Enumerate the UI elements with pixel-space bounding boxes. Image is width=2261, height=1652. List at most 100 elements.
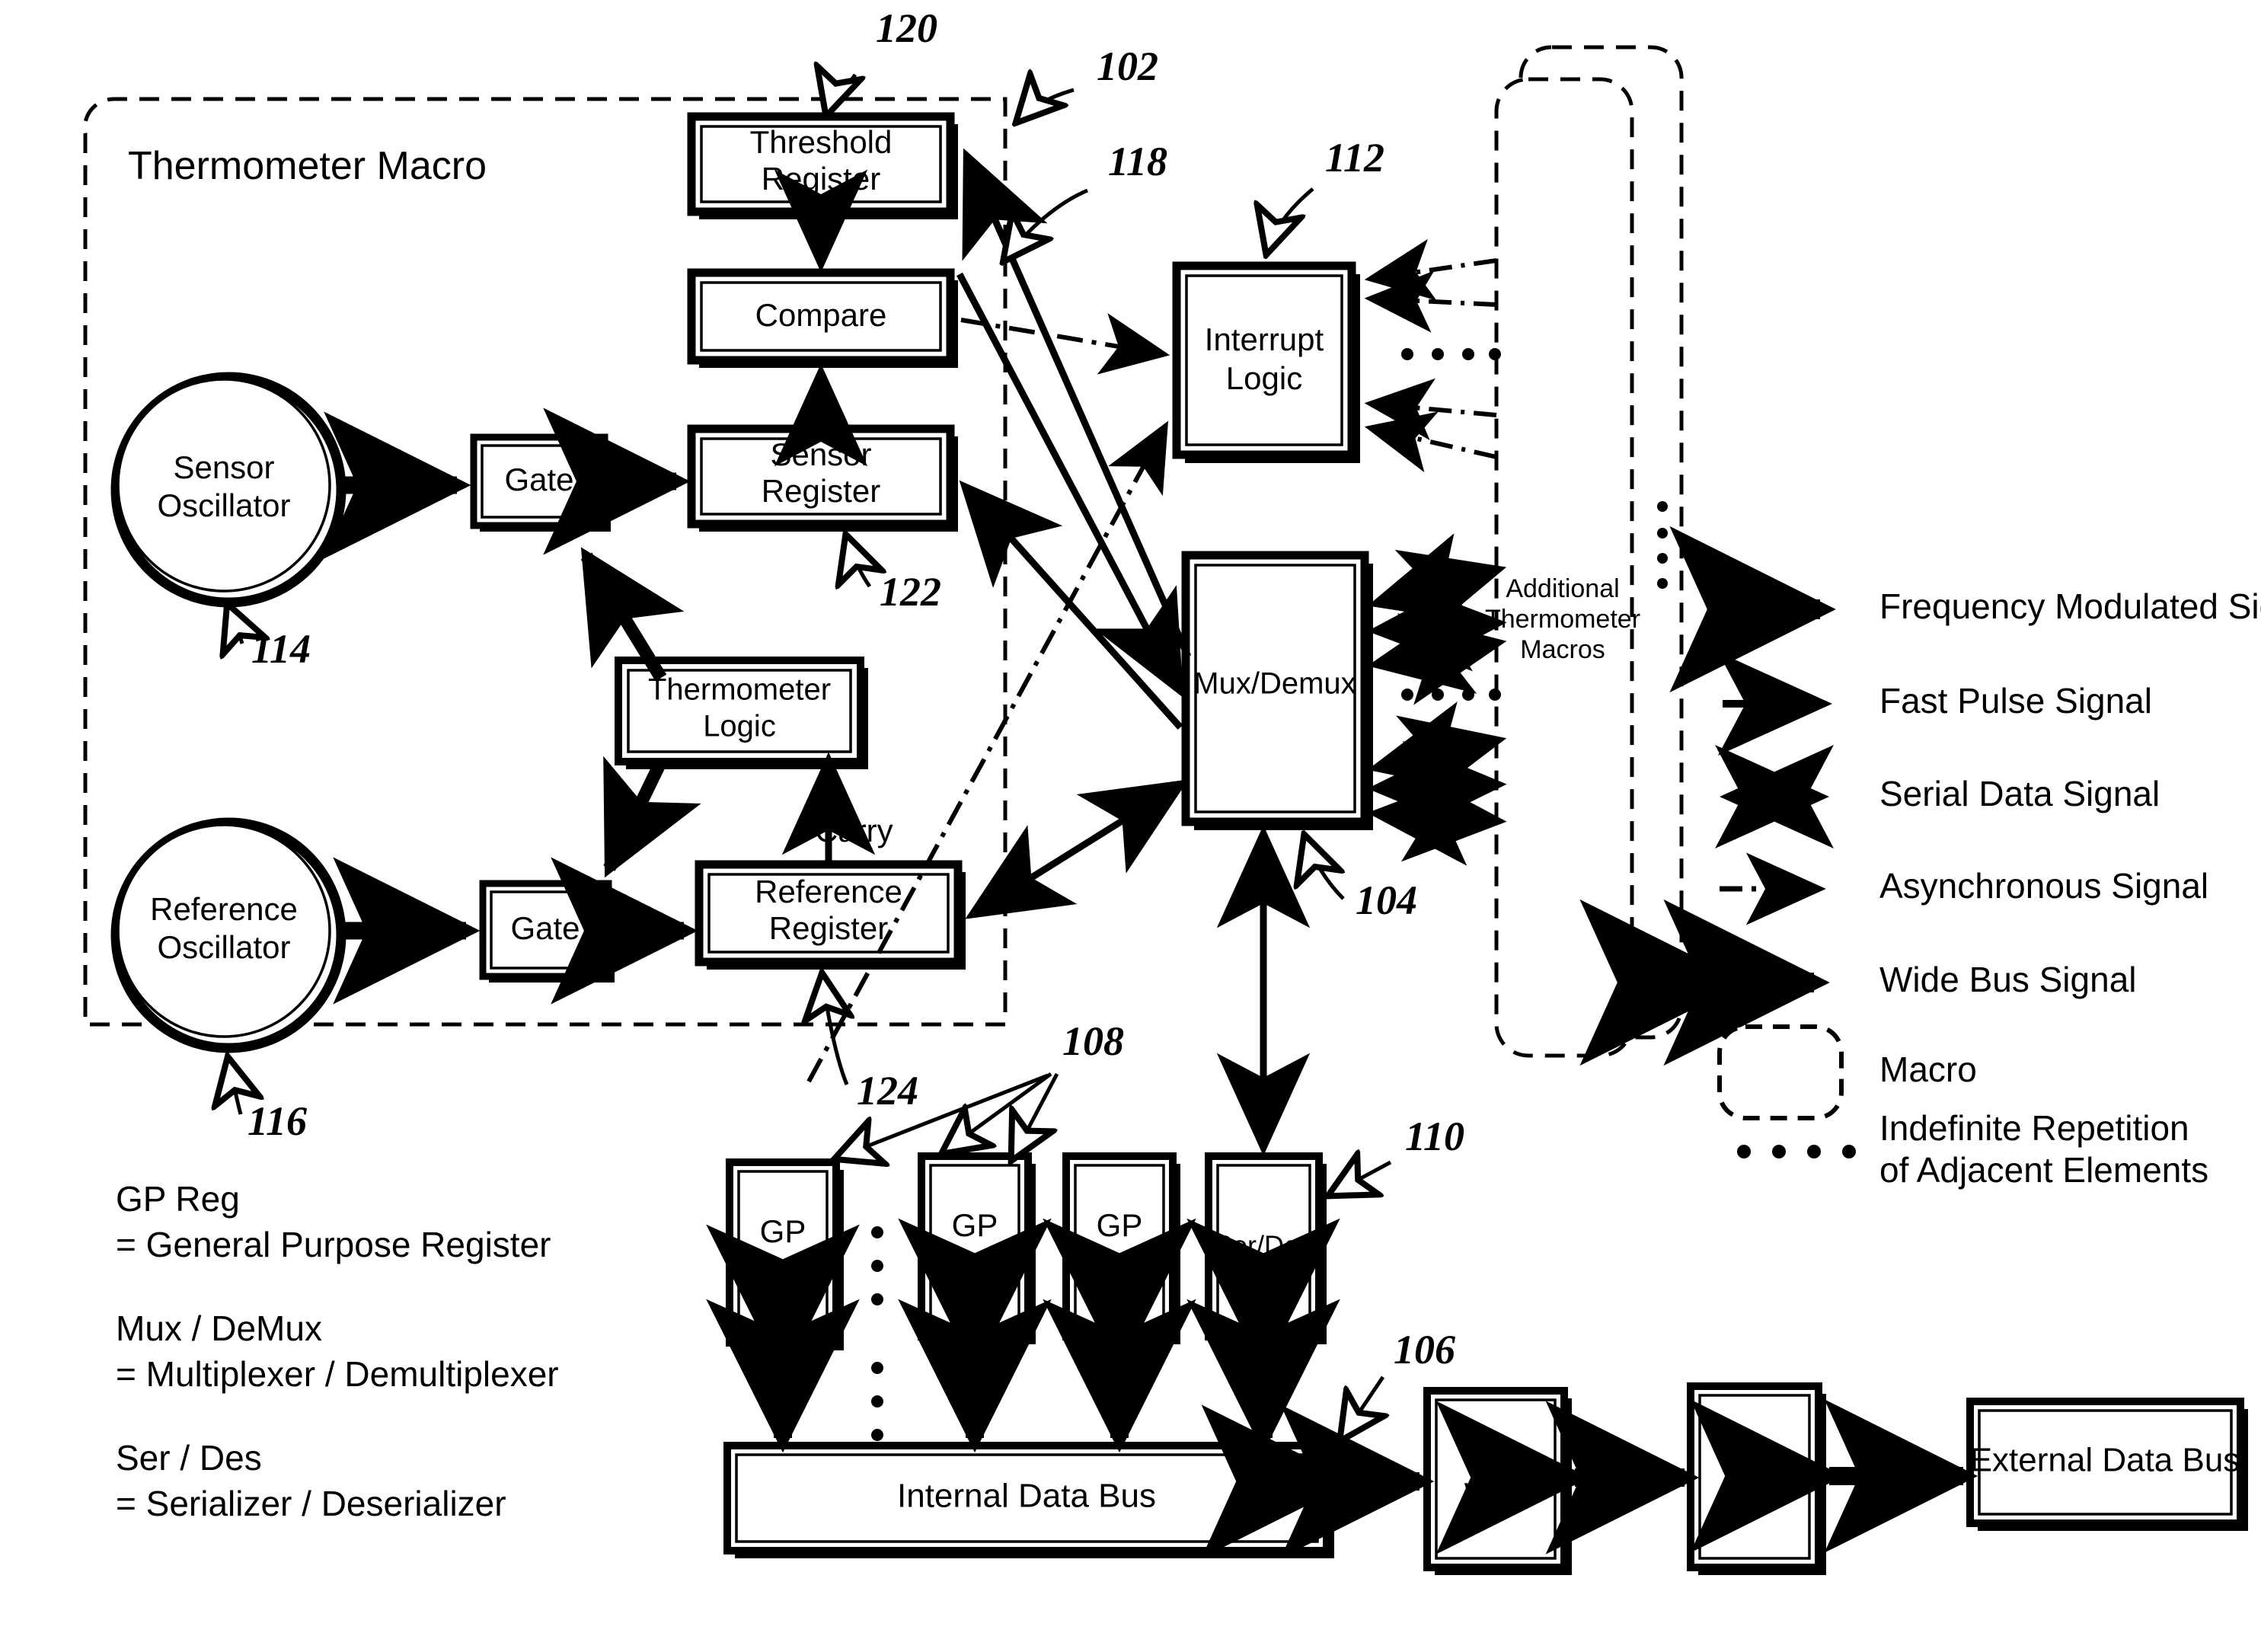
gate-way-label-2: Way — [1464, 1476, 1527, 1512]
threshold-register-label-2: Register — [762, 161, 880, 197]
block-external-data-bus: External Data Bus — [1966, 1398, 2248, 1531]
gate-bottom-label: Gate — [510, 910, 580, 946]
abbr-mux-demux-definition: = Multiplexer / Demultiplexer — [116, 1354, 559, 1394]
gp-reg-repetition-dots — [871, 1226, 883, 1441]
legend-macro-icon — [1717, 1024, 1844, 1120]
num-120: 120 — [876, 5, 937, 51]
carry-label: Carry — [815, 813, 893, 848]
additional-macro-corner — [1519, 45, 1552, 78]
gp-reg-2-label-1: GP — [952, 1207, 998, 1243]
legend-label-4: Wide Bus Signal — [1879, 960, 2137, 999]
thermometer-logic-label-1: Thermometer — [648, 673, 831, 707]
mux-repetition-dots — [1401, 689, 1501, 701]
legend-label-5: Macro — [1879, 1050, 1977, 1089]
num-112: 112 — [1325, 135, 1384, 181]
macro-repetition-dots-vertical — [1657, 501, 1668, 589]
block-gp-reg-3: GP Reg — [1062, 1152, 1180, 1344]
legend-frequency-modulated-signal-row: Frequency Modulated Signal — [1669, 526, 2261, 693]
abbr-ser-des-definition: = Serializer / Deserializer — [116, 1484, 506, 1523]
reference-register-label-2: Register — [769, 910, 888, 946]
interrupt-repetition-dots — [1401, 348, 1501, 360]
abbr-mux-demux-term: Mux / DeMux — [116, 1308, 322, 1348]
mux-demux-label: Mux/Demux — [1193, 667, 1356, 701]
sensor-register-label-2: Register — [762, 473, 880, 509]
legend-macro-row: Macro — [1717, 1024, 1977, 1120]
block-gate-top: Gate — [470, 433, 611, 532]
legend-fast-pulse-signal-row: Fast Pulse Signal — [1717, 652, 2152, 756]
block-io-pins: I/O Pins — [1687, 1382, 1826, 1575]
reference-oscillator-label-1: Reference — [150, 891, 298, 927]
legend-label-6b: of Adjacent Elements — [1879, 1150, 2208, 1190]
block-sensor-register: Sensor Register — [687, 424, 958, 532]
gp-reg-2-label-2: Reg — [945, 1245, 1004, 1281]
legend-label-2: Serial Data Signal — [1879, 774, 2160, 813]
gp-reg-3-label-2: Reg — [1090, 1245, 1148, 1281]
num-114: 114 — [251, 626, 311, 672]
abbr-gp-reg-definition: = General Purpose Register — [116, 1225, 551, 1264]
sensor-register-label-1: Sensor — [770, 436, 871, 472]
legend-asynchronous-signal-row: Asynchronous Signal — [1720, 852, 2208, 925]
block-threshold-register: Threshold Register — [687, 112, 958, 219]
interrupt-logic-label-2: Logic — [1226, 360, 1302, 396]
block-sensor-oscillator: Sensor Oscillator — [110, 372, 346, 608]
legend-label-6a: Indefinite Repetition — [1879, 1108, 2189, 1148]
io-pins-label-2: Pins — [1723, 1474, 1786, 1510]
gp-reg-3-label-1: GP — [1097, 1207, 1143, 1243]
interrupt-logic-label-1: Interrupt — [1205, 321, 1324, 357]
num-122: 122 — [880, 569, 941, 615]
gp-reg-1-label-2: Reg — [753, 1251, 812, 1287]
legend-wide-bus-signal-row: Wide Bus Signal — [1579, 899, 2137, 1066]
sensor-oscillator-label-2: Oscillator — [157, 487, 290, 523]
num-110: 110 — [1405, 1114, 1464, 1159]
additional-macros-label-line2: Thermometer — [1485, 605, 1640, 634]
internal-data-bus-label: Internal Data Bus — [897, 1478, 1156, 1515]
legend-label-0: Frequency Modulated Signal — [1879, 586, 2261, 626]
block-gate-bottom: Gate — [479, 880, 615, 983]
block-mux-demux: Mux/Demux — [1181, 551, 1373, 830]
abbreviations: GP Reg = General Purpose Register Mux / … — [116, 1179, 559, 1523]
legend-label-3: Asynchronous Signal — [1879, 866, 2208, 906]
legend-serial-data-signal-row: Serial Data Signal — [1714, 745, 2160, 848]
gp-reg-1-label-1: GP — [760, 1213, 806, 1249]
gate-way-label-1: Gate — [1461, 1438, 1530, 1474]
macro-title: Thermometer Macro — [128, 144, 487, 188]
gate-top-label: Gate — [504, 462, 573, 497]
threshold-register-label-1: Threshold — [750, 124, 893, 160]
num-124: 124 — [857, 1068, 918, 1114]
connector-group-mux-fanout — [1367, 533, 1507, 866]
block-ser-des: Ser/Des — [1205, 1152, 1327, 1344]
additional-macros-label-line1: Additional — [1506, 574, 1619, 603]
num-116: 116 — [247, 1098, 307, 1144]
patent-block-diagram: Additional Thermometer Macros Threshold … — [82, 5, 2261, 1575]
abbr-ser-des-term: Ser / Des — [116, 1438, 262, 1478]
ser-des-label: Ser/Des — [1214, 1230, 1313, 1261]
legend: Frequency Modulated Signal Fast Pulse Si… — [1579, 526, 2261, 1190]
reference-register-label-1: Reference — [755, 874, 902, 909]
block-gp-reg-2: GP Reg — [918, 1152, 1036, 1344]
abbr-gp-reg-term: GP Reg — [116, 1179, 240, 1219]
additional-macros-label-line3: Macros — [1520, 635, 1605, 664]
legend-four-dots-icon — [1737, 1145, 1856, 1158]
num-102: 102 — [1097, 43, 1158, 89]
block-reference-oscillator: Reference Oscillator — [110, 817, 346, 1053]
num-106: 106 — [1394, 1327, 1455, 1372]
block-reference-register: Reference Register — [695, 860, 966, 970]
thermometer-logic-label-2: Logic — [703, 710, 776, 743]
sensor-oscillator-label-1: Sensor — [173, 449, 274, 485]
legend-label-1: Fast Pulse Signal — [1879, 681, 2152, 721]
compare-label: Compare — [755, 297, 887, 333]
num-104: 104 — [1356, 877, 1417, 923]
num-118: 118 — [1108, 139, 1167, 184]
additional-macro-outline-front — [1494, 77, 1634, 1058]
patent-figure-page: Additional Thermometer Macros Threshold … — [0, 0, 2261, 1652]
block-compare: Compare — [687, 268, 958, 368]
connector-group-serial-data — [956, 148, 1192, 919]
block-gate-way: Gate Way — [1423, 1387, 1572, 1575]
block-gp-reg-1: GP Reg — [726, 1158, 844, 1350]
io-pins-label-1: I/O — [1733, 1436, 1776, 1471]
block-internal-data-bus: Internal Data Bus — [723, 1442, 1334, 1558]
legend-indefinite-repetition-row: Indefinite Repetition of Adjacent Elemen… — [1737, 1108, 2208, 1190]
num-108: 108 — [1062, 1018, 1124, 1064]
reference-oscillator-label-2: Oscillator — [157, 929, 290, 965]
external-data-bus-label: External Data Bus — [1970, 1442, 2240, 1479]
